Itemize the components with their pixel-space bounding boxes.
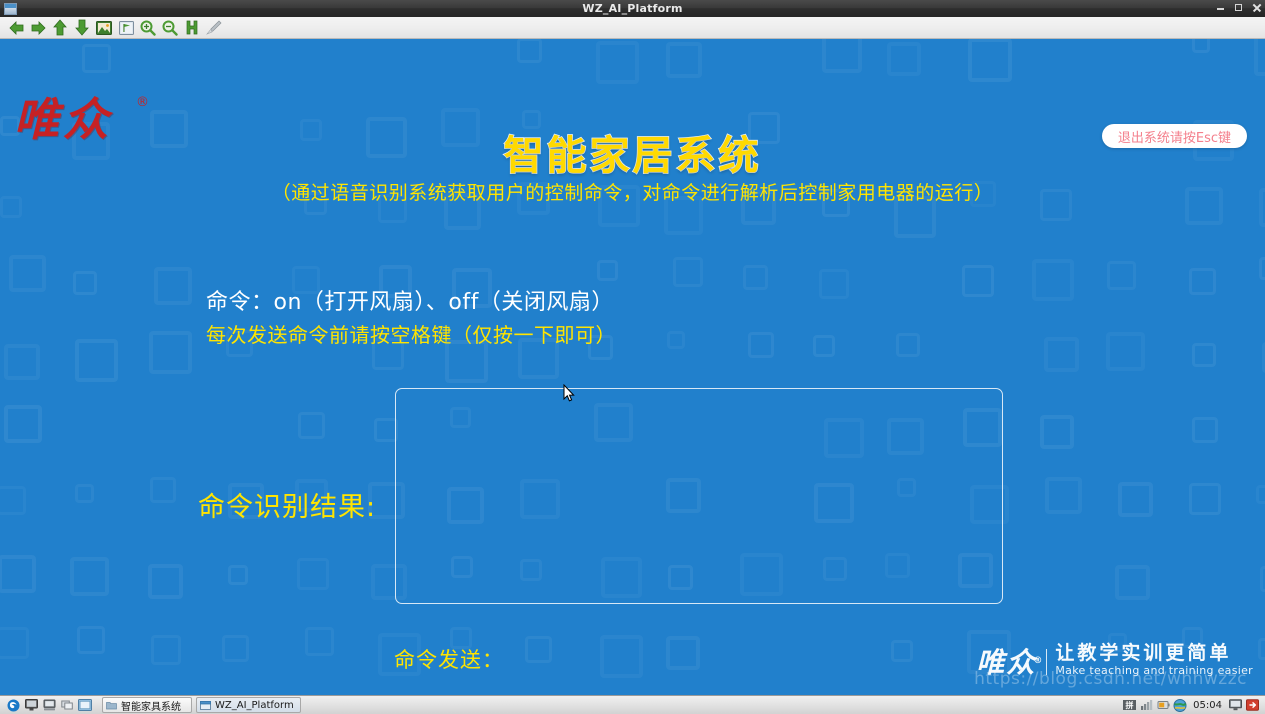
zoom-in-icon[interactable] — [138, 19, 158, 37]
brush-icon[interactable] — [204, 19, 224, 37]
result-output-box[interactable] — [395, 388, 1003, 604]
send-label: 命令发送： — [394, 648, 504, 672]
window-icon — [200, 700, 211, 710]
logout-icon[interactable] — [1245, 698, 1259, 712]
down-icon[interactable] — [72, 19, 92, 37]
zoom-out-icon[interactable] — [160, 19, 180, 37]
application-window: WZ_AI_Platform 唯众 ® 退出系统请按Esc键 智能家居系统 （通… — [0, 0, 1265, 714]
computer-icon[interactable] — [41, 698, 57, 713]
svg-text:拼: 拼 — [1125, 700, 1133, 710]
image-icon[interactable] — [94, 19, 114, 37]
window-titlebar: WZ_AI_Platform — [0, 0, 1265, 18]
up-icon[interactable] — [50, 19, 70, 37]
display-icon[interactable] — [1228, 698, 1242, 712]
photo-flag-icon[interactable] — [116, 19, 136, 37]
minimize-button[interactable] — [1215, 2, 1226, 13]
footer-slogan-cn: 让教学实训更简单 — [1055, 642, 1232, 664]
taskbar-window-list: 智能家具系统 WZ_AI_Platform — [102, 697, 301, 713]
battery-icon[interactable] — [1156, 698, 1170, 712]
taskbar-window-label: 智能家具系统 — [121, 701, 181, 713]
page-subtitle: （通过语音识别系统获取用户的控制命令，对命令进行解析后控制家用电器的运行） — [271, 182, 994, 204]
monitor-icon[interactable] — [23, 698, 39, 713]
firefox-icon[interactable] — [5, 698, 21, 713]
globe-icon[interactable] — [1173, 698, 1187, 712]
space-key-hint-text: 每次发送命令前请按空格键（仅按一下即可） — [206, 323, 616, 347]
registered-mark-icon: ® — [136, 95, 149, 110]
page-title: 智能家居系统 — [503, 132, 762, 180]
windows-icon[interactable] — [59, 698, 75, 713]
system-taskbar: 智能家具系统 WZ_AI_Platform 拼 05:04 — [0, 695, 1265, 714]
quick-launch-bar — [2, 698, 96, 713]
system-tray: 拼 05:04 — [1122, 698, 1263, 712]
folder-icon — [106, 701, 117, 710]
main-canvas: 唯众 ® 退出系统请按Esc键 智能家居系统 （通过语音识别系统获取用户的控制命… — [0, 39, 1265, 695]
fcitx-icon[interactable]: 拼 — [1122, 698, 1136, 712]
desktop-icon[interactable] — [77, 698, 93, 713]
close-button[interactable] — [1251, 2, 1262, 13]
url-watermark: https://blog.csdn.net/whhwzzc — [974, 669, 1247, 689]
taskbar-window-label: WZ_AI_Platform — [215, 699, 294, 711]
system-clock[interactable]: 05:04 — [1190, 700, 1225, 711]
back-icon[interactable] — [6, 19, 26, 37]
app-toolbar — [0, 17, 1265, 39]
taskbar-window-button-active[interactable]: WZ_AI_Platform — [196, 697, 301, 713]
forward-icon[interactable] — [28, 19, 48, 37]
network-icon[interactable] — [1139, 698, 1153, 712]
window-title: WZ_AI_Platform — [582, 2, 683, 15]
taskbar-window-button[interactable]: 智能家具系统 — [102, 697, 192, 713]
command-hint-text: 命令：on（打开风扇）、off（关闭风扇） — [206, 290, 614, 315]
result-label: 命令识别结果: — [198, 492, 377, 523]
maximize-button[interactable] — [1233, 2, 1244, 13]
window-icon — [4, 2, 17, 15]
save-icon[interactable] — [182, 19, 202, 37]
window-controls — [1215, 2, 1262, 13]
